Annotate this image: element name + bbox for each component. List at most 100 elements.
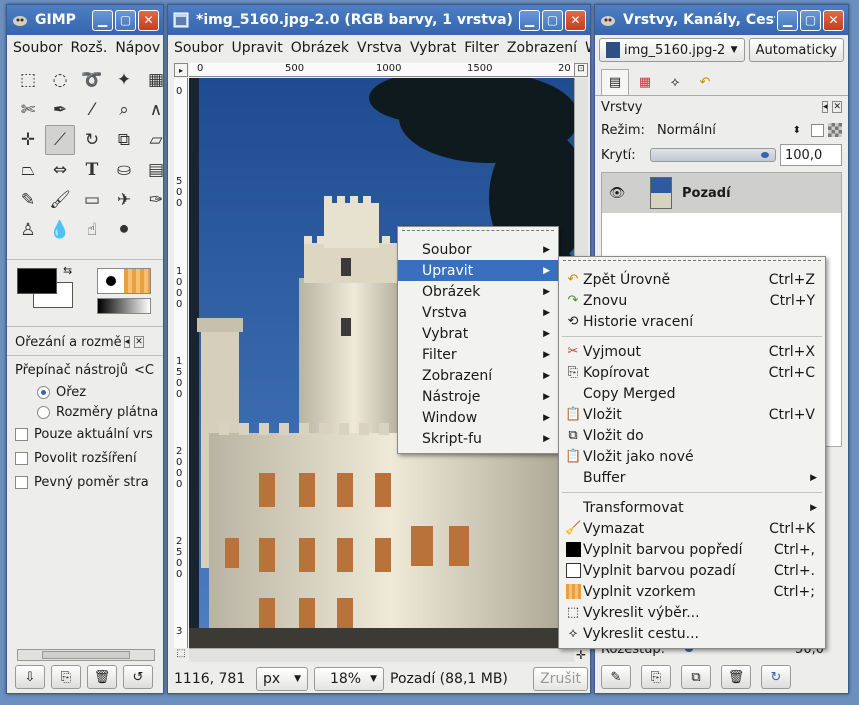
tab-menu-icon[interactable]: ◂ <box>821 101 829 113</box>
horizontal-ruler[interactable]: 0 500 1000 1500 20 <box>189 63 574 77</box>
fuzzy-select-icon[interactable]: ✦ <box>109 65 139 95</box>
radio-canvas-indicator[interactable] <box>37 405 50 419</box>
eraser-icon[interactable]: ▭ <box>77 185 107 215</box>
ellipse-select-icon[interactable]: ◌ <box>45 65 75 95</box>
zoom-select[interactable]: 18% ▼ <box>314 667 384 691</box>
shear-icon[interactable]: ▱ <box>141 125 163 155</box>
edit-item-paste-as-new[interactable]: 📋 Vložit jako nové <box>559 446 825 467</box>
context-item-skript-fu[interactable]: Skript-fu ▶ <box>398 428 558 449</box>
tab-close-icon[interactable]: ✕ <box>134 336 144 348</box>
cancel-button[interactable]: Zrušit <box>533 667 588 691</box>
edit-item-stroke-path[interactable]: ⟡ Vykreslit cestu... <box>559 623 825 644</box>
edit-item-paste-into[interactable]: ⧉ Vložit do <box>559 425 825 446</box>
close-button[interactable]: ✕ <box>823 9 844 31</box>
opacity-input[interactable]: 100,0 <box>780 144 842 166</box>
alpha-lock-icon[interactable] <box>828 123 842 137</box>
ruler-corner-icon[interactable]: ▸ <box>174 63 188 77</box>
check-current-layer-box[interactable] <box>15 427 28 441</box>
navigate-icon[interactable]: ✛ <box>574 648 588 662</box>
image-select[interactable]: img_5160.jpg-2 ▼ <box>599 38 745 62</box>
edit-item-copy[interactable]: ⎘ Kopírovat Ctrl+C <box>559 362 825 383</box>
tab-menu-icon[interactable]: ◂ <box>123 336 131 348</box>
rect-select-icon[interactable]: ⬚ <box>13 65 43 95</box>
unit-select[interactable]: px ▼ <box>256 667 308 691</box>
edit-item-fill-fg[interactable]: Vyplnit barvou popředí Ctrl+, <box>559 539 825 560</box>
maximize-button[interactable]: ▢ <box>542 9 563 31</box>
minimize-button[interactable]: ▁ <box>519 9 540 31</box>
check-allow-growing[interactable]: Povolit rozšíření <box>7 446 163 470</box>
paintbrush-icon[interactable]: 🖌 <box>45 185 75 215</box>
delete-icon[interactable]: 🗑 <box>721 665 751 689</box>
layer-thumbnail[interactable] <box>650 177 672 209</box>
maximize-button[interactable]: ▢ <box>115 9 136 31</box>
auto-button[interactable]: Automaticky <box>748 38 844 62</box>
minimize-button[interactable]: ▁ <box>777 9 798 31</box>
context-item-nastroje[interactable]: Nástroje ▶ <box>398 386 558 407</box>
perspective-icon[interactable]: ⏢ <box>13 155 43 185</box>
scale-icon[interactable]: ⧉ <box>109 125 139 155</box>
tab-undo[interactable]: ↶ <box>691 69 719 95</box>
context-item-soubor[interactable]: Soubor ▶ <box>398 239 558 260</box>
toolbox-titlebar[interactable]: GIMP ▁ ▢ ✕ <box>7 5 163 35</box>
brush-preview[interactable] <box>97 268 151 294</box>
delete-options-icon[interactable]: 🗑 <box>87 665 117 689</box>
quick-mask-icon[interactable]: ⬚ <box>174 648 188 662</box>
bucket-fill-icon[interactable]: ⛀ <box>109 155 139 185</box>
close-button[interactable]: ✕ <box>565 9 586 31</box>
crop-icon[interactable]: ⟋ <box>45 125 75 155</box>
opacity-slider-handle[interactable] <box>761 152 769 158</box>
eye-icon[interactable]: 👁 <box>602 186 632 201</box>
ink-icon[interactable]: ✑ <box>141 185 163 215</box>
context-item-zobrazeni[interactable]: Zobrazení ▶ <box>398 365 558 386</box>
zoom-fit-icon[interactable]: ⊡ <box>574 63 588 77</box>
mode-select[interactable]: Normální ⬍ <box>651 118 807 142</box>
radio-crop-indicator[interactable] <box>37 385 50 399</box>
rotate-icon[interactable]: ↻ <box>77 125 107 155</box>
context-item-filter[interactable]: Filter ▶ <box>398 344 558 365</box>
menu-soubor[interactable]: Soubor <box>13 40 63 56</box>
pencil-icon[interactable]: ✎ <box>13 185 43 215</box>
copy-location-icon[interactable]: ⧉ <box>681 665 711 689</box>
lasso-icon[interactable]: ➰ <box>77 65 107 95</box>
color-select-icon[interactable]: ▦ <box>141 65 163 95</box>
color-picker-icon[interactable]: ⁄ <box>77 95 107 125</box>
refresh-icon[interactable]: ↻ <box>761 665 791 689</box>
context-item-vrstva[interactable]: Vrstva ▶ <box>398 302 558 323</box>
check-fixed-ratio-box[interactable] <box>15 475 28 489</box>
swap-colors-icon[interactable]: ⇆ <box>63 264 72 277</box>
text-icon[interactable]: T <box>77 155 107 185</box>
tearoff-line[interactable] <box>402 230 554 236</box>
menu-window[interactable]: W <box>585 40 590 56</box>
edit-item-buffer[interactable]: Buffer ▶ <box>559 467 825 488</box>
radio-canvas[interactable]: Rozměry plátna <box>7 402 163 422</box>
check-allow-growing-box[interactable] <box>15 451 28 465</box>
restore-options-icon[interactable]: ⎘ <box>51 665 81 689</box>
scissors-select-icon[interactable]: ✄ <box>13 95 43 125</box>
dodge-burn-icon[interactable]: ⚫ <box>109 215 139 245</box>
edit-item-clear[interactable]: 🧹 Vymazat Ctrl+K <box>559 518 825 539</box>
check-current-layer[interactable]: Pouze aktuální vrs <box>7 422 163 446</box>
context-item-upravit[interactable]: Upravit ▶ <box>398 260 558 281</box>
menu-filter[interactable]: Filter <box>464 40 499 56</box>
tearoff-line[interactable] <box>563 260 821 266</box>
opacity-slider[interactable] <box>649 148 776 162</box>
close-button[interactable]: ✕ <box>138 9 159 31</box>
context-item-vybrat[interactable]: Vybrat ▶ <box>398 323 558 344</box>
airbrush-icon[interactable]: ✈ <box>109 185 139 215</box>
context-item-obrazek[interactable]: Obrázek ▶ <box>398 281 558 302</box>
measure-icon[interactable]: ∧ <box>141 95 163 125</box>
foreground-color-swatch[interactable] <box>17 268 57 294</box>
menu-soubor[interactable]: Soubor <box>174 40 224 56</box>
horizontal-scrollbar[interactable] <box>189 648 574 662</box>
tab-channels[interactable]: ▦ <box>631 69 659 95</box>
tab-paths[interactable]: ⟡ <box>661 69 689 95</box>
edit-item-history[interactable]: ⟲ Historie vracení <box>559 311 825 332</box>
image-titlebar[interactable]: *img_5160.jpg-2.0 (RGB barvy, 1 vrstva) … <box>168 5 590 35</box>
radio-crop[interactable]: Ořez <box>7 382 163 402</box>
menu-napoveda[interactable]: Nápov <box>115 40 160 56</box>
reset-options-icon[interactable]: ↺ <box>123 665 153 689</box>
paths-icon[interactable]: ✒ <box>45 95 75 125</box>
vertical-ruler[interactable]: 0 5 0 0 1 0 0 0 1 5 0 0 2 0 0 0 2 5 0 0 … <box>174 78 188 648</box>
edit-item-fill-pattern[interactable]: Vyplnit vzorkem Ctrl+; <box>559 581 825 602</box>
layer-row[interactable]: 👁 Pozadí <box>602 173 841 213</box>
